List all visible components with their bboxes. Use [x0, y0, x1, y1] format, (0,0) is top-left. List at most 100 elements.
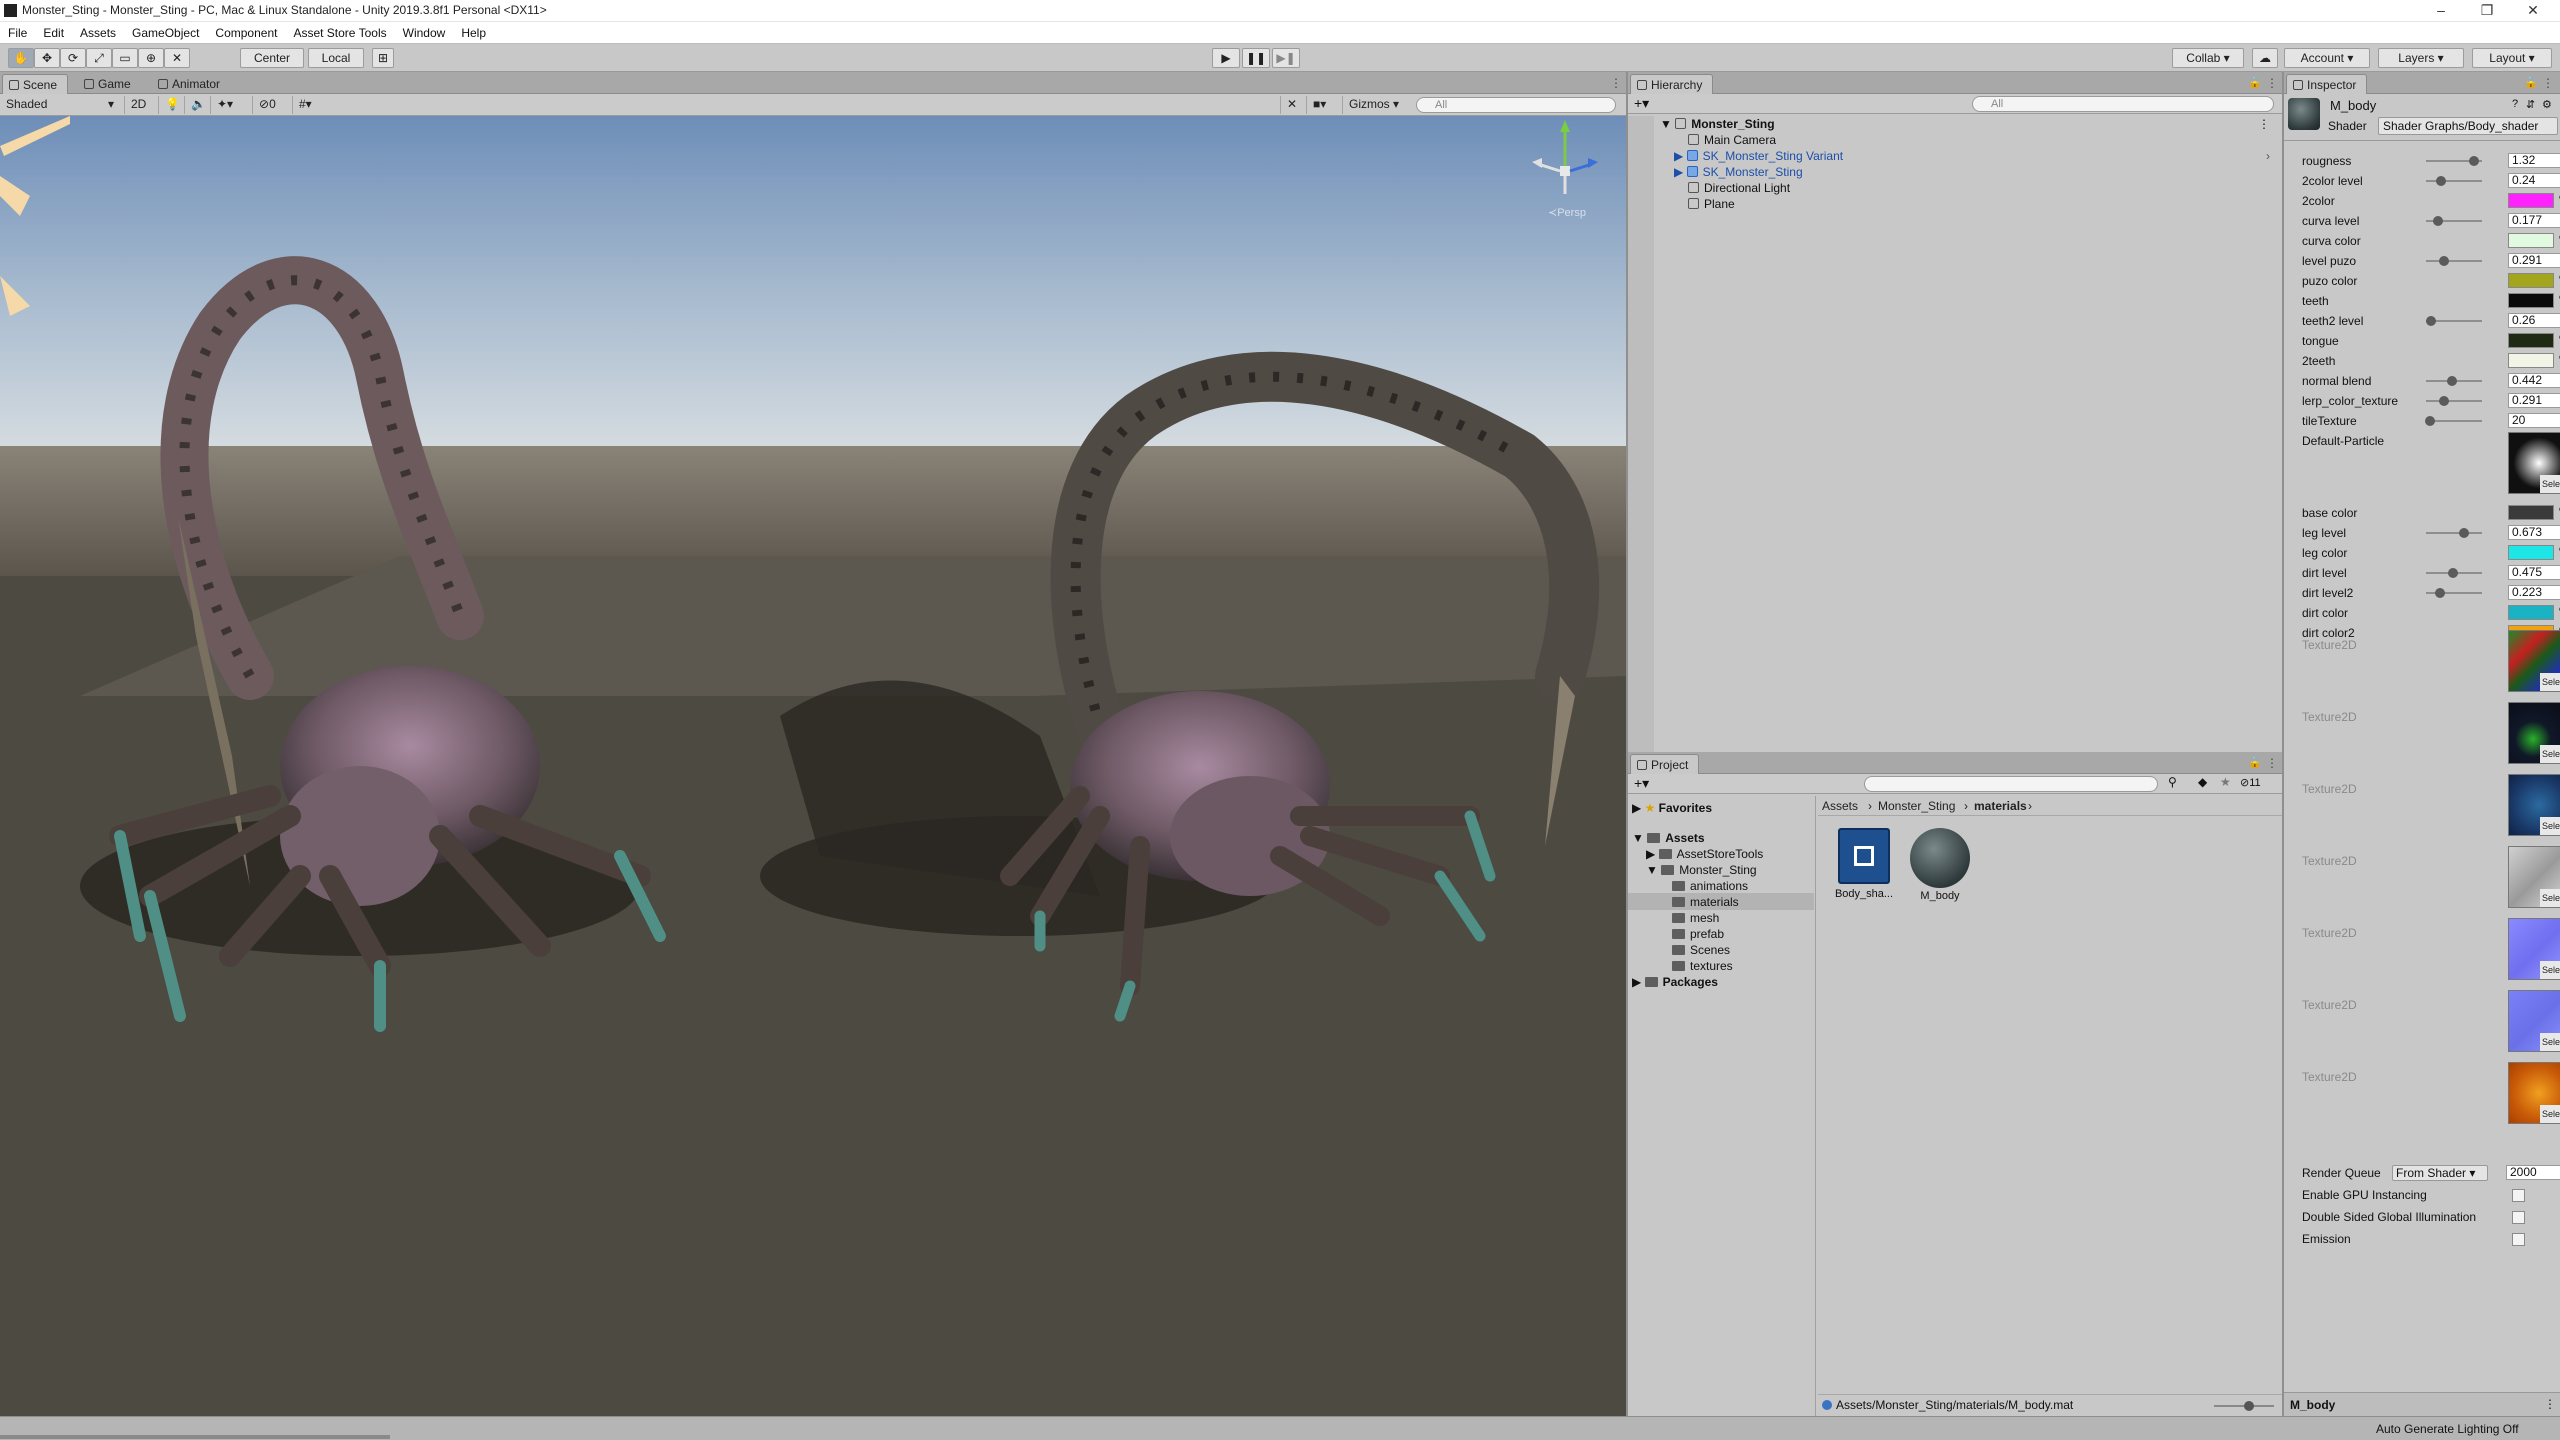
gpu-instancing-checkbox[interactable]	[2512, 1189, 2525, 1202]
emission-checkbox[interactable]	[2512, 1233, 2525, 1246]
texture-select-button[interactable]: Select	[2539, 961, 2560, 979]
scene-viewport[interactable]: ≺Persp	[0, 116, 1626, 1416]
texture-slot[interactable]: Select	[2508, 846, 2560, 908]
slider-knob[interactable]	[2425, 316, 2436, 326]
slider-knob[interactable]	[2448, 568, 2459, 578]
scene-menu-icon[interactable]: ⋮	[2258, 116, 2270, 132]
property-value-input[interactable]: 0.475	[2508, 565, 2560, 580]
texture-slot[interactable]: Select	[2508, 990, 2560, 1052]
tree-favorites[interactable]: ▶ ★ Favorites	[1632, 800, 1712, 816]
help-icon[interactable]: ?	[2512, 98, 2518, 110]
lock-icon[interactable]: 🔒	[2524, 76, 2538, 89]
account-dropdown[interactable]: Account ▾	[2284, 48, 2370, 68]
menu-component[interactable]: Component	[207, 22, 285, 44]
texture-select-button[interactable]: Select	[2539, 673, 2560, 691]
color-swatch[interactable]	[2508, 333, 2554, 348]
scene-root-row[interactable]: ▼ Monster_Sting ⋮	[1660, 116, 2274, 132]
property-value-input[interactable]: 0.673	[2508, 525, 2560, 540]
collab-dropdown[interactable]: Collab ▾	[2172, 48, 2244, 68]
property-slider[interactable]	[2425, 316, 2482, 326]
property-value-input[interactable]: 20	[2508, 413, 2560, 428]
double-sided-gi-checkbox[interactable]	[2512, 1211, 2525, 1224]
step-button[interactable]: ▶❚	[1272, 48, 1300, 68]
tab-project[interactable]: Project	[1630, 754, 1700, 774]
grid-toggle[interactable]: #▾	[292, 96, 328, 114]
hierarchy-item-sk-monster-sting-variant[interactable]: ▶ SK_Monster_Sting Variant ›	[1674, 148, 2274, 164]
slider-knob[interactable]	[2439, 396, 2450, 406]
hierarchy-menu-icon[interactable]: ⋮	[2266, 76, 2278, 90]
2d-toggle[interactable]: 2D	[124, 96, 154, 114]
play-button[interactable]: ▶	[1212, 48, 1240, 68]
tree-animations[interactable]: animations	[1672, 878, 1748, 894]
tree-asset-store-tools[interactable]: ▶ AssetStoreTools	[1646, 846, 1763, 862]
camera-dropdown[interactable]: ■▾	[1306, 96, 1342, 114]
color-swatch[interactable]	[2508, 505, 2554, 520]
pivot-center-button[interactable]: Center	[240, 48, 304, 68]
property-slider[interactable]	[2426, 588, 2482, 598]
rect-tool-button[interactable]: ▭	[112, 48, 138, 68]
close-button[interactable]: ✕	[2510, 0, 2556, 22]
hand-tool-button[interactable]: ✋	[8, 48, 34, 68]
texture-slot[interactable]: Select	[2508, 1062, 2560, 1124]
audio-toggle[interactable]: 🔈	[184, 96, 208, 114]
property-slider[interactable]	[2426, 568, 2482, 578]
property-slider[interactable]	[2426, 176, 2482, 186]
slider-knob[interactable]	[2446, 376, 2457, 386]
property-value-input[interactable]: 0.291	[2508, 253, 2560, 268]
move-tool-button[interactable]: ✥	[34, 48, 60, 68]
slider-knob[interactable]	[2436, 176, 2447, 186]
texture-select-button[interactable]: Select	[2539, 1105, 2560, 1123]
tree-prefab[interactable]: prefab	[1672, 926, 1724, 942]
hierarchy-item-plane[interactable]: Plane	[1688, 196, 1735, 212]
property-value-input[interactable]: 0.177	[2508, 213, 2560, 228]
color-swatch[interactable]	[2508, 545, 2554, 560]
property-value-input[interactable]: 1.32	[2508, 153, 2560, 168]
hierarchy-search-input[interactable]: All	[1972, 96, 2274, 112]
slider-knob[interactable]	[2458, 528, 2469, 538]
tab-inspector[interactable]: Inspector	[2286, 74, 2368, 94]
texture-slot[interactable]: Select	[2508, 774, 2560, 836]
property-value-input[interactable]: 0.291	[2508, 393, 2560, 408]
property-value-input[interactable]: 0.223	[2508, 585, 2560, 600]
project-search-input[interactable]	[1864, 776, 2158, 792]
rotate-tool-button[interactable]: ⟳	[60, 48, 86, 68]
tab-scene[interactable]: Scene	[2, 74, 69, 94]
shader-dropdown[interactable]: Shader Graphs/Body_shader	[2378, 117, 2558, 135]
property-value-input[interactable]: 0.24	[2508, 173, 2560, 188]
color-swatch[interactable]	[2508, 293, 2554, 308]
create-asset-button[interactable]: +▾	[1634, 775, 1649, 792]
lock-icon[interactable]: 🔒	[2248, 756, 2262, 769]
property-slider[interactable]	[2426, 528, 2482, 538]
tab-game[interactable]: Game	[78, 74, 141, 94]
texture-slot[interactable]: Select	[2508, 702, 2560, 764]
render-queue-dropdown[interactable]: From Shader ▾	[2392, 1165, 2488, 1181]
settings-gear-icon[interactable]: ⚙	[2542, 98, 2552, 111]
render-queue-input[interactable]: 2000	[2506, 1165, 2560, 1180]
property-slider[interactable]	[2426, 156, 2482, 166]
preview-menu-icon[interactable]: ⋮	[2544, 1397, 2556, 1411]
tree-scenes[interactable]: Scenes	[1672, 942, 1730, 958]
inspector-menu-icon[interactable]: ⋮	[2542, 76, 2554, 90]
layers-dropdown[interactable]: Layers ▾	[2378, 48, 2464, 68]
hidden-packages-toggle[interactable]: ⊘11	[2240, 776, 2261, 789]
menu-gameobject[interactable]: GameObject	[124, 22, 207, 44]
cloud-button[interactable]: ☁	[2252, 48, 2278, 68]
project-menu-icon[interactable]: ⋮	[2266, 756, 2278, 770]
tools-button[interactable]: ✕	[1280, 96, 1302, 114]
minimize-button[interactable]: –	[2418, 0, 2464, 22]
color-swatch[interactable]	[2508, 353, 2554, 368]
property-value-input[interactable]: 0.26	[2508, 313, 2560, 328]
custom-tool-button[interactable]: ✕	[164, 48, 190, 68]
property-value-input[interactable]: 0.442	[2508, 373, 2560, 388]
layout-dropdown[interactable]: Layout ▾	[2472, 48, 2552, 68]
tree-textures[interactable]: textures	[1672, 958, 1733, 974]
slider-knob[interactable]	[2425, 416, 2436, 426]
pause-button[interactable]: ❚❚	[1242, 48, 1270, 68]
hierarchy-item-directional-light[interactable]: Directional Light	[1688, 180, 1790, 196]
color-swatch[interactable]	[2508, 273, 2554, 288]
slider-knob[interactable]	[2433, 216, 2444, 226]
persp-label[interactable]: ≺Persp	[1548, 206, 1586, 219]
lock-icon[interactable]: 🔒	[2248, 76, 2262, 89]
lighting-status[interactable]: Auto Generate Lighting Off	[2376, 1422, 2519, 1436]
filter-by-label-icon[interactable]: ◆	[2198, 775, 2207, 789]
